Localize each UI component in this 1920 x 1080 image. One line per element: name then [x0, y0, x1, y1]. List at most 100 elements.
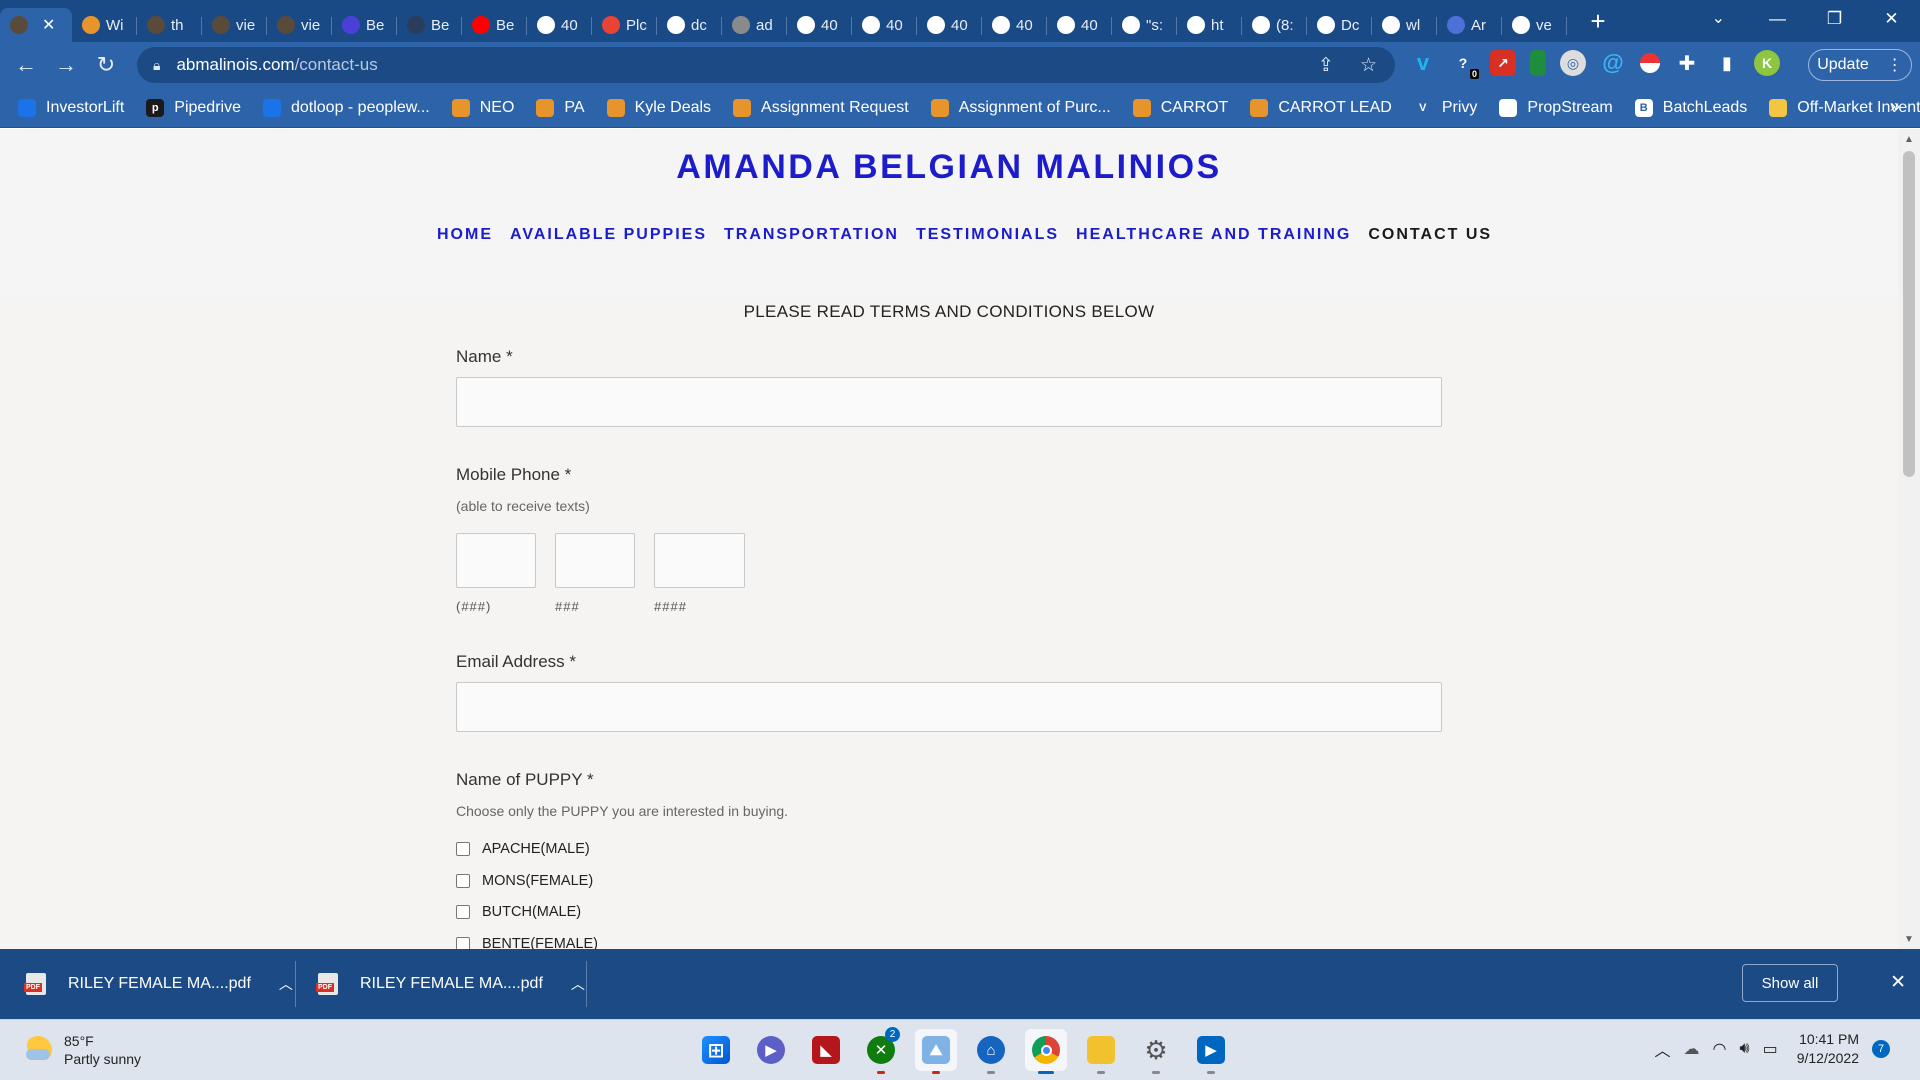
battery-icon[interactable]: ▭ [1763, 1039, 1778, 1059]
puppy-option[interactable]: BUTCH(MALE) [456, 904, 581, 920]
pokeball-icon[interactable] [1640, 53, 1660, 73]
nav-link[interactable]: HOME [437, 226, 493, 244]
browser-tab[interactable]: ht [1177, 8, 1242, 42]
browser-tab[interactable]: Be [332, 8, 397, 42]
circle-extension-icon[interactable]: ◎ [1560, 50, 1586, 76]
browser-tab[interactable]: th [137, 8, 202, 42]
bookmark-item[interactable]: PA [536, 98, 585, 117]
browser-tab[interactable]: vie [202, 8, 267, 42]
puppy-option[interactable]: MONS(FEMALE) [456, 873, 593, 889]
vimeo-icon[interactable]: v [1410, 50, 1436, 76]
back-arrow-icon[interactable]: ← [6, 45, 46, 85]
profile-avatar[interactable]: K [1754, 50, 1780, 76]
side-panel-icon[interactable]: ▮ [1714, 50, 1740, 76]
media-app-button[interactable]: ▶ [1190, 1029, 1232, 1074]
new-tab-button[interactable]: + [1583, 6, 1613, 37]
minimize-icon[interactable]: — [1749, 0, 1806, 38]
bookmark-item[interactable]: B BatchLeads [1634, 98, 1747, 117]
address-bar[interactable]: 🔒︎ abmalinois.com/contact-us ⇪ ☆ [137, 47, 1395, 83]
browser-tab[interactable]: vie [267, 8, 332, 42]
onedrive-error-icon[interactable]: ☁ [1684, 1039, 1700, 1059]
browser-tab[interactable]: ✕ [0, 8, 72, 42]
browser-tab[interactable]: Plc [592, 8, 657, 42]
browser-tab[interactable]: Be [462, 8, 527, 42]
browser-tab[interactable]: 40 [982, 8, 1047, 42]
start-button[interactable]: ⊞ [695, 1029, 737, 1071]
bookmark-item[interactable]: CARROT [1132, 98, 1228, 117]
update-button[interactable]: Update ⋮ [1808, 49, 1912, 81]
app-button[interactable]: ⌂ [970, 1029, 1012, 1074]
chevron-up-icon[interactable]: ︿ [571, 974, 585, 994]
bookmark-item[interactable]: Kyle Deals [606, 98, 711, 117]
bookmark-item[interactable]: Assignment of Purc... [930, 98, 1111, 117]
browser-tab[interactable]: (8: [1242, 8, 1307, 42]
lock-icon[interactable]: 🔒︎ [153, 57, 160, 74]
weather-widget[interactable]: 85°F Partly sunny [24, 1032, 141, 1068]
bookmark-star-icon[interactable]: ☆ [1360, 54, 1377, 77]
bookmark-item[interactable]: p Pipedrive [146, 98, 241, 117]
browser-tab[interactable]: ad [722, 8, 787, 42]
battery-extension-icon[interactable] [1530, 50, 1546, 76]
scroll-up-arrow-icon[interactable]: ▲ [1904, 134, 1914, 145]
close-tab-icon[interactable]: ✕ [42, 15, 55, 35]
browser-tab[interactable]: 40 [527, 8, 592, 42]
close-window-icon[interactable]: ✕ [1863, 0, 1920, 38]
browser-tab[interactable]: ve [1502, 8, 1567, 42]
extension-counter-icon[interactable]: ? 0 [1450, 50, 1479, 79]
chevron-up-icon[interactable]: ︿ [1655, 1037, 1671, 1061]
scroll-down-arrow-icon[interactable]: ▼ [1904, 934, 1914, 945]
browser-tab[interactable]: 40 [1047, 8, 1112, 42]
clock[interactable]: 10:41 PM 9/12/2022 [1797, 1030, 1859, 1068]
checkbox[interactable] [456, 937, 470, 949]
chevron-up-icon[interactable]: ︿ [279, 974, 293, 994]
kebab-menu-icon[interactable]: ⋮ [1887, 55, 1903, 75]
puppy-option[interactable]: BENTE(FEMALE) [456, 936, 598, 949]
bookmark-item[interactable]: PropStream [1499, 98, 1613, 117]
browser-tab[interactable]: Dc [1307, 8, 1372, 42]
bookmark-item[interactable]: InvestorLift [18, 98, 124, 117]
wifi-icon[interactable]: ◠ [1713, 1039, 1727, 1059]
nav-link[interactable]: HEALTHCARE AND TRAINING [1076, 226, 1351, 244]
bookmark-item[interactable]: Assignment Request [733, 98, 909, 117]
checkbox[interactable] [456, 905, 470, 919]
tab-search-chevron-icon[interactable]: ⌄ [1712, 8, 1725, 28]
speaker-icon[interactable]: 🔊︎ [1739, 1040, 1749, 1058]
email-field[interactable] [456, 682, 1442, 732]
file-explorer-button[interactable] [1080, 1029, 1122, 1074]
browser-tab[interactable]: 40 [787, 8, 852, 42]
browser-tab[interactable]: Ar [1437, 8, 1502, 42]
notification-badge[interactable]: 7 [1872, 1040, 1890, 1058]
restore-icon[interactable]: ❐ [1806, 0, 1863, 38]
forward-arrow-icon[interactable]: → [46, 45, 86, 85]
page-scrollbar[interactable]: ▲ ▼ [1898, 129, 1920, 949]
nav-link[interactable]: AVAILABLE PUPPIES [510, 226, 707, 244]
browser-tab[interactable]: wl [1372, 8, 1437, 42]
browser-tab[interactable]: Wi [72, 8, 137, 42]
nav-link[interactable]: TESTIMONIALS [916, 226, 1059, 244]
bookmarks-overflow-icon[interactable]: » [1890, 96, 1900, 117]
name-field[interactable] [456, 377, 1442, 427]
checkbox[interactable] [456, 874, 470, 888]
phone-prefix-field[interactable] [555, 533, 635, 588]
bookmark-item[interactable]: V Privy [1413, 98, 1477, 117]
bookmark-item[interactable]: NEO [451, 98, 514, 117]
bookmark-item[interactable]: CARROT LEAD [1250, 98, 1392, 117]
teams-chat-button[interactable]: ▶ [750, 1029, 792, 1071]
share-icon[interactable]: ⇪ [1318, 54, 1334, 77]
puppy-option[interactable]: APACHE(MALE) [456, 841, 590, 857]
game-app-button[interactable]: ◣ [805, 1029, 847, 1071]
phone-area-code-field[interactable] [456, 533, 536, 588]
photo-app-button[interactable]: ⛰ [915, 1029, 957, 1074]
browser-tab[interactable]: 40 [852, 8, 917, 42]
arrow-extension-icon[interactable]: ↗ [1490, 50, 1516, 76]
show-all-button[interactable]: Show all [1742, 964, 1838, 1002]
close-shelf-icon[interactable]: ✕ [1890, 971, 1906, 994]
browser-tab[interactable]: "s: [1112, 8, 1177, 42]
download-item[interactable]: RILEY FEMALE MA....pdf ︿ [24, 949, 293, 1019]
browser-tab[interactable]: Be [397, 8, 462, 42]
browser-tab[interactable]: 40 [917, 8, 982, 42]
at-sign-icon[interactable]: @ [1600, 50, 1626, 76]
browser-tab[interactable]: dc [657, 8, 722, 42]
download-item[interactable]: RILEY FEMALE MA....pdf ︿ [316, 949, 585, 1019]
settings-button[interactable]: ⚙ [1135, 1029, 1177, 1074]
